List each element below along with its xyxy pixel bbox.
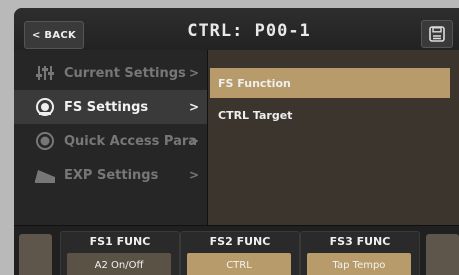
panel-item-fs-function[interactable]: FS Function (210, 68, 450, 98)
fs3-card[interactable]: FS3 FUNC Tap Tempo (300, 231, 420, 275)
fs1-label: FS1 FUNC (89, 235, 151, 248)
fs-settings-panel: FS Function CTRL Target (207, 50, 459, 225)
knob-icon (34, 130, 56, 152)
chevron-right-icon: > (189, 168, 200, 182)
menu-item-quick-access-para[interactable]: Quick Access Para > (14, 124, 207, 158)
menu-item-label: Current Settings (64, 65, 186, 81)
menu-item-label: EXP Settings (64, 167, 159, 183)
fs3-value[interactable]: Tap Tempo (307, 253, 411, 275)
menu-item-label: Quick Access Para (64, 133, 198, 149)
save-icon (429, 26, 445, 42)
expression-pedal-icon (34, 164, 56, 186)
fs3-label: FS3 FUNC (329, 235, 391, 248)
footswitch-icon (34, 96, 56, 118)
settings-menu: Current Settings > FS Settings > Quick A… (14, 50, 207, 225)
chevron-right-icon: > (189, 66, 200, 80)
footswitch-bar: FS1 FUNC A2 On/Off FS2 FUNC CTRL FS3 FUN… (14, 225, 459, 275)
menu-item-exp-settings[interactable]: EXP Settings > (14, 158, 207, 192)
fs2-label: FS2 FUNC (209, 235, 271, 248)
menu-item-label: FS Settings (64, 99, 149, 115)
back-button[interactable]: < BACK (24, 21, 84, 49)
page-title: CTRL: P00-1 (187, 21, 311, 41)
fs2-value[interactable]: CTRL (187, 253, 291, 275)
panel-item-ctrl-target[interactable]: CTRL Target (210, 100, 450, 130)
sliders-icon (34, 62, 56, 84)
menu-item-fs-settings[interactable]: FS Settings > (14, 90, 207, 124)
chevron-right-icon: > (189, 100, 200, 114)
footer-left-tab[interactable] (19, 234, 52, 275)
footer-right-tab[interactable] (426, 234, 459, 275)
header-bar: < BACK CTRL: P00-1 (14, 8, 459, 50)
menu-item-current-settings[interactable]: Current Settings > (14, 56, 207, 90)
device-screen: < BACK CTRL: P00-1 Current Settings > FS… (14, 8, 459, 275)
chevron-right-icon: > (189, 134, 200, 148)
save-button[interactable] (421, 20, 453, 48)
fs1-value[interactable]: A2 On/Off (67, 253, 171, 275)
fs1-card[interactable]: FS1 FUNC A2 On/Off (60, 231, 180, 275)
fs2-card[interactable]: FS2 FUNC CTRL (180, 231, 300, 275)
